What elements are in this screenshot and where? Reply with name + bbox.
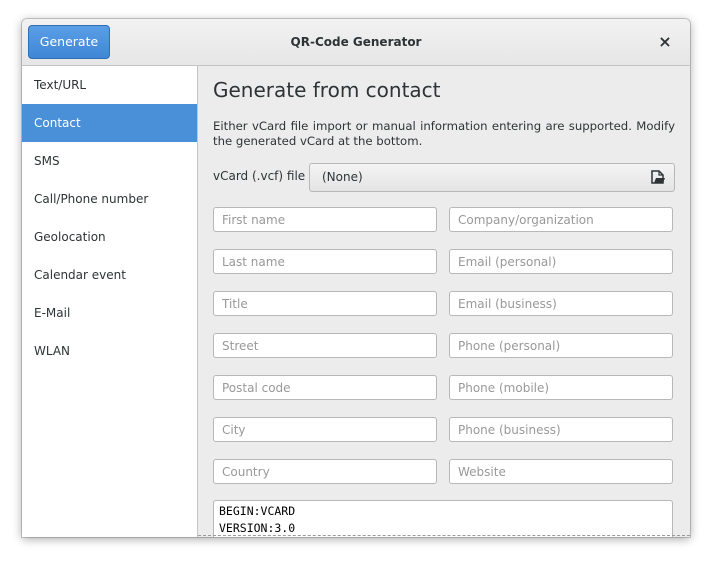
document-open-icon	[651, 170, 665, 184]
phone-mobile-field[interactable]	[449, 375, 673, 400]
website-field[interactable]	[449, 459, 673, 484]
generate-button[interactable]: Generate	[28, 25, 110, 59]
phone-business-field[interactable]	[449, 417, 673, 442]
sidebar-item-calendar-event[interactable]: Calendar event	[22, 256, 197, 294]
header-bar: Generate QR-Code Generator ×	[22, 19, 690, 66]
sidebar-item-call-phone[interactable]: Call/Phone number	[22, 180, 197, 218]
vcf-file-label: vCard (.vcf) file	[213, 169, 306, 183]
app-window: Generate QR-Code Generator × Text/URL Co…	[22, 19, 690, 537]
sidebar-item-sms[interactable]: SMS	[22, 142, 197, 180]
close-icon[interactable]: ×	[653, 31, 677, 53]
city-field[interactable]	[213, 417, 437, 442]
email-personal-field[interactable]	[449, 249, 673, 274]
country-field[interactable]	[213, 459, 437, 484]
scroll-edge-divider	[198, 535, 690, 536]
sidebar-item-text-url[interactable]: Text/URL	[22, 66, 197, 104]
last-name-field[interactable]	[213, 249, 437, 274]
sidebar-item-contact[interactable]: Contact	[22, 104, 197, 142]
sidebar-item-email[interactable]: E-Mail	[22, 294, 197, 332]
description-text: Either vCard file import or manual infor…	[213, 119, 675, 148]
company-field[interactable]	[449, 207, 673, 232]
window-title: QR-Code Generator	[290, 35, 422, 49]
vcf-file-value: (None)	[322, 170, 363, 184]
page-title: Generate from contact	[213, 78, 441, 102]
sidebar-item-wlan[interactable]: WLAN	[22, 332, 197, 370]
title-field[interactable]	[213, 291, 437, 316]
main-panel: Generate from contact Either vCard file …	[198, 66, 690, 537]
email-business-field[interactable]	[449, 291, 673, 316]
vcf-file-chooser-button[interactable]: (None)	[309, 163, 675, 192]
postal-code-field[interactable]	[213, 375, 437, 400]
vcard-text-area[interactable]: BEGIN:VCARD VERSION:3.0	[213, 500, 673, 537]
phone-personal-field[interactable]	[449, 333, 673, 358]
street-field[interactable]	[213, 333, 437, 358]
first-name-field[interactable]	[213, 207, 437, 232]
sidebar: Text/URL Contact SMS Call/Phone number G…	[22, 66, 198, 537]
sidebar-item-geolocation[interactable]: Geolocation	[22, 218, 197, 256]
